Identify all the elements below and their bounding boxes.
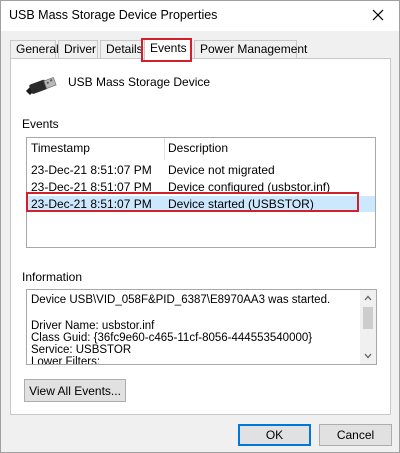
close-icon — [372, 9, 384, 21]
view-all-events-button[interactable]: View All Events... — [24, 379, 126, 402]
events-tab-highlight — [141, 38, 192, 62]
chevron-down-icon — [364, 353, 372, 359]
info-line: Class Guid: {36fc9e60-c465-11cf-8056-444… — [31, 332, 313, 344]
scroll-up-button[interactable] — [360, 290, 376, 306]
information-textbox[interactable]: Device USB\VID_058F&PID_6387\E8970AA3 wa… — [26, 289, 377, 365]
scroll-thumb[interactable] — [363, 307, 373, 329]
tab-panel-events: USB Mass Storage Device Events Timestamp… — [10, 58, 391, 415]
information-scrollbar[interactable] — [360, 290, 376, 364]
close-button[interactable] — [365, 3, 391, 27]
event-timestamp: 23-Dec-21 8:51:07 PM — [31, 163, 152, 177]
event-description: Device not migrated — [168, 163, 275, 177]
event-row[interactable]: 23-Dec-21 8:51:07 PM Device not migrated — [27, 162, 375, 178]
tab-general[interactable]: General — [10, 40, 59, 59]
ok-button[interactable]: OK — [238, 424, 311, 446]
tab-details[interactable]: Details — [100, 40, 143, 59]
chevron-up-icon — [364, 295, 372, 301]
info-line: Device USB\VID_058F&PID_6387\E8970AA3 wa… — [31, 294, 331, 306]
cancel-button[interactable]: Cancel — [319, 424, 392, 446]
tab-driver[interactable]: Driver — [58, 40, 98, 59]
device-header — [24, 73, 58, 99]
selected-event-highlight — [26, 192, 359, 212]
properties-window: USB Mass Storage Device Properties Gener… — [0, 0, 400, 453]
title-bar[interactable]: USB Mass Storage Device Properties — [1, 1, 399, 31]
device-name: USB Mass Storage Device — [68, 75, 211, 89]
events-label: Events — [22, 117, 59, 131]
scroll-down-button[interactable] — [360, 348, 376, 364]
info-line: Service: USBSTOR — [31, 344, 132, 356]
tab-power-management[interactable]: Power Management — [194, 40, 307, 59]
window-title: USB Mass Storage Device Properties — [9, 8, 218, 22]
column-description[interactable]: Description — [164, 138, 228, 160]
usb-plug-icon — [26, 77, 57, 95]
events-list-header: Timestamp Description — [27, 138, 375, 160]
information-label: Information — [22, 270, 83, 284]
info-line: Lower Filters: — [31, 356, 101, 365]
info-line: Driver Name: usbstor.inf — [31, 320, 155, 332]
column-timestamp[interactable]: Timestamp — [27, 138, 90, 160]
